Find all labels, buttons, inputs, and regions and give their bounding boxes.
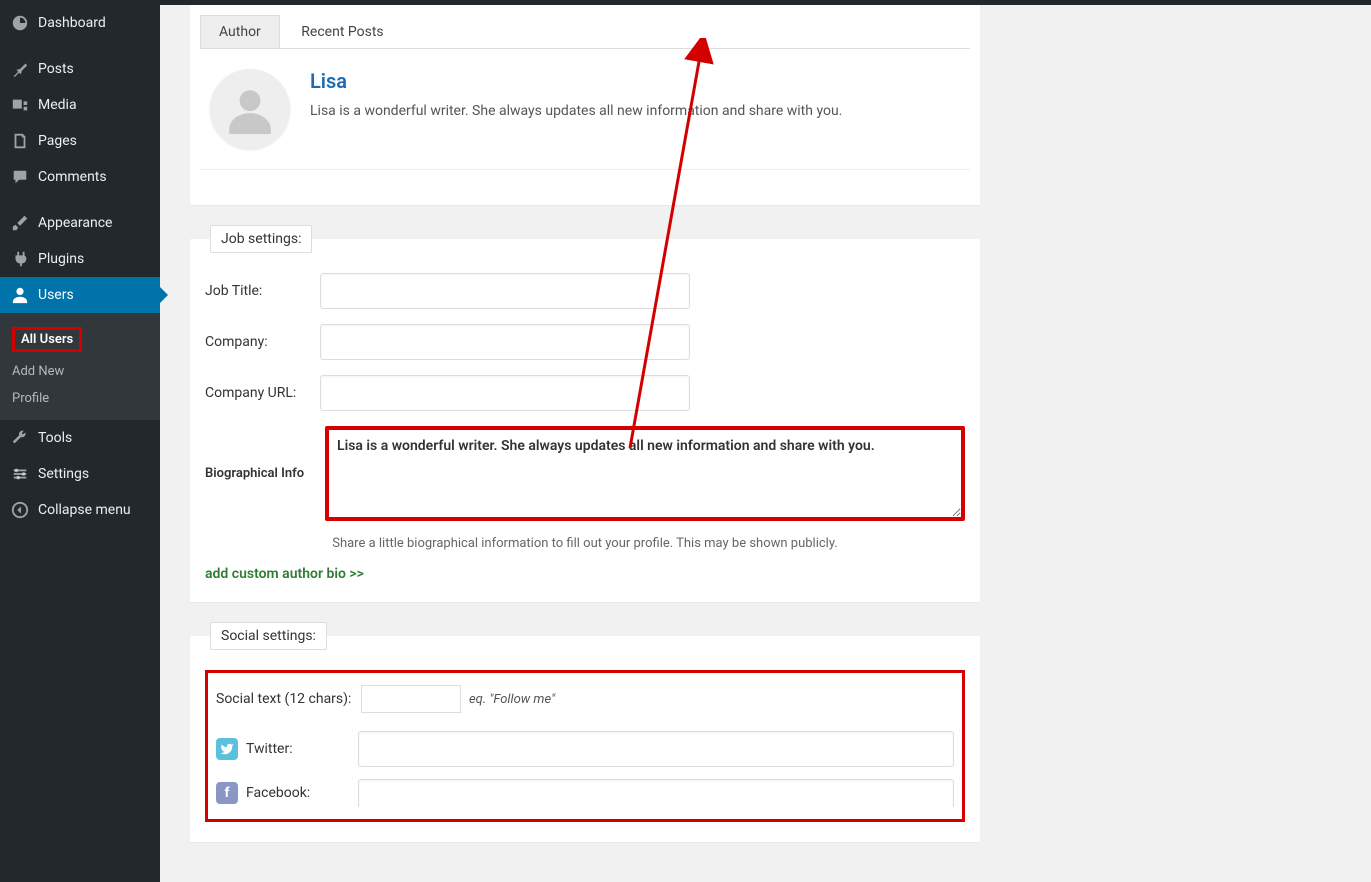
author-bio-preview: Lisa is a wonderful writer. She always u… [310, 101, 842, 122]
sidebar-item-label: Plugins [38, 251, 84, 267]
company-url-label: Company URL: [205, 385, 320, 401]
media-icon [10, 95, 30, 115]
twitter-icon [216, 738, 238, 760]
active-arrow-icon [160, 287, 168, 303]
job-title-label: Job Title: [205, 283, 320, 299]
submenu-profile[interactable]: Profile [0, 385, 160, 412]
company-url-input[interactable] [320, 375, 690, 411]
custom-bio-link[interactable]: add custom author bio >> [205, 566, 364, 582]
main-content: Author Recent Posts Lisa Lisa is a wonde… [160, 5, 1000, 882]
twitter-label: Twitter: [246, 741, 358, 757]
author-preview-card: Author Recent Posts Lisa Lisa is a wonde… [190, 5, 980, 205]
sidebar-item-label: Users [38, 287, 74, 303]
sidebar-item-plugins[interactable]: Plugins [0, 241, 160, 277]
bio-help-text: Share a little biographical information … [205, 536, 965, 551]
bio-textarea[interactable] [325, 426, 965, 521]
sidebar-item-label: Tools [38, 430, 72, 446]
sidebar-item-users[interactable]: Users [0, 277, 160, 313]
author-tabs: Author Recent Posts [200, 15, 970, 49]
social-settings-legend: Social settings: [210, 622, 327, 650]
sidebar-item-pages[interactable]: Pages [0, 123, 160, 159]
social-text-hint: eq. "Follow me" [469, 692, 555, 707]
dashboard-icon [10, 13, 30, 33]
job-settings-legend: Job settings: [210, 225, 312, 253]
twitter-input[interactable] [358, 731, 954, 767]
sidebar-item-label: Collapse menu [38, 502, 131, 518]
company-label: Company: [205, 334, 320, 350]
facebook-label: Facebook: [246, 785, 358, 801]
facebook-input[interactable] [358, 779, 954, 807]
company-input[interactable] [320, 324, 690, 360]
sidebar-item-comments[interactable]: Comments [0, 159, 160, 195]
sidebar-item-posts[interactable]: Posts [0, 51, 160, 87]
submenu-add-new[interactable]: Add New [0, 358, 160, 385]
facebook-icon: f [216, 782, 238, 804]
social-text-label: Social text (12 chars): [216, 691, 361, 707]
collapse-icon [10, 500, 30, 520]
social-text-input[interactable] [361, 685, 461, 713]
social-highlight-box: Social text (12 chars): eq. "Follow me" … [205, 670, 965, 822]
sidebar-item-label: Media [38, 97, 77, 113]
settings-icon [10, 464, 30, 484]
sidebar-item-label: Settings [38, 466, 89, 482]
sidebar-item-dashboard[interactable]: Dashboard [0, 5, 160, 41]
submenu-all-users[interactable]: All Users [0, 321, 160, 358]
job-settings-fieldset: Job settings: Job Title: Company: Compan… [190, 225, 980, 602]
sidebar-item-media[interactable]: Media [0, 87, 160, 123]
page-icon [10, 131, 30, 151]
avatar [210, 69, 290, 149]
sidebar-item-label: Appearance [38, 215, 112, 231]
bio-label: Biographical Info [205, 466, 325, 481]
users-submenu: All Users Add New Profile [0, 313, 160, 420]
admin-sidebar: Dashboard Posts Media Pages Comments App… [0, 5, 160, 882]
comment-icon [10, 167, 30, 187]
job-title-input[interactable] [320, 273, 690, 309]
tab-author[interactable]: Author [200, 15, 280, 48]
brush-icon [10, 213, 30, 233]
sidebar-item-tools[interactable]: Tools [0, 420, 160, 456]
sidebar-item-label: Comments [38, 169, 107, 185]
tab-recent-posts[interactable]: Recent Posts [283, 16, 401, 48]
user-icon [10, 285, 30, 305]
sidebar-item-label: Pages [38, 133, 77, 149]
sidebar-item-label: Dashboard [38, 15, 106, 31]
plug-icon [10, 249, 30, 269]
pin-icon [10, 59, 30, 79]
sidebar-item-settings[interactable]: Settings [0, 456, 160, 492]
sidebar-collapse[interactable]: Collapse menu [0, 492, 160, 528]
sidebar-item-label: Posts [38, 61, 74, 77]
wrench-icon [10, 428, 30, 448]
sidebar-item-appearance[interactable]: Appearance [0, 205, 160, 241]
social-settings-fieldset: Social settings: Social text (12 chars):… [190, 622, 980, 842]
author-name[interactable]: Lisa [310, 69, 842, 93]
